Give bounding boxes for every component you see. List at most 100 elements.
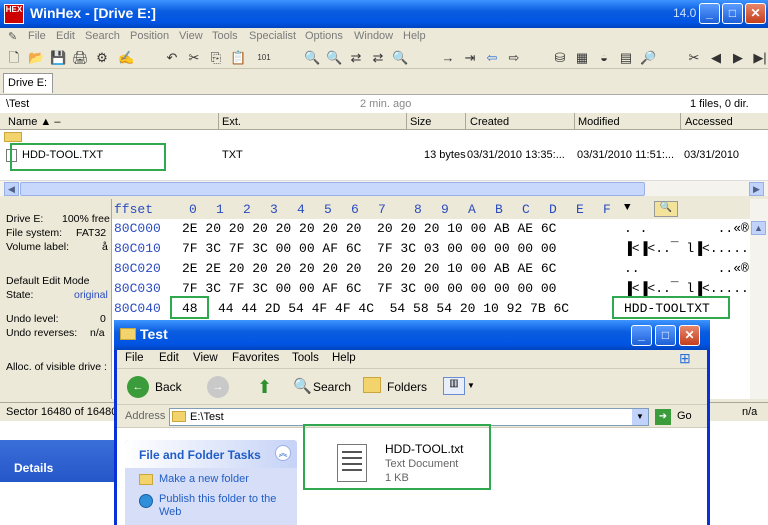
explorer-menu-file[interactable]: File — [125, 352, 144, 364]
binary-icon[interactable]: 101 — [256, 50, 272, 66]
back-button[interactable]: Back — [155, 380, 182, 394]
find-hex-icon[interactable]: 🔍 — [326, 50, 342, 66]
forward-arrow-icon[interactable]: → — [207, 376, 229, 398]
hex-bytes-0[interactable]: 2E 20 20 20 20 20 20 20 20 20 20 10 00 A… — [182, 221, 556, 236]
menu-options[interactable]: Options — [305, 30, 343, 42]
col-modified[interactable]: Modified — [578, 116, 620, 128]
hex-bytes-2[interactable]: 2E 2E 20 20 20 20 20 20 20 20 20 10 00 A… — [182, 261, 556, 276]
menu-bar: ✎ File Edit Search Position View Tools S… — [0, 28, 768, 47]
print-icon[interactable]: 🖨 — [72, 50, 89, 66]
dropdown-icon[interactable]: ▼ — [624, 202, 631, 214]
search-glass-icon[interactable]: 🔍 — [293, 377, 312, 395]
folders-button[interactable]: Folders — [387, 380, 427, 394]
explorer-menu-edit[interactable]: Edit — [159, 352, 179, 364]
menu-search[interactable]: Search — [85, 30, 120, 42]
hex-ascii-0[interactable]: . . ..«® — [624, 221, 749, 236]
disk-edit-icon[interactable]: ⛁ — [552, 50, 568, 66]
edit-icon[interactable]: ✍ — [118, 50, 134, 66]
file-list-scrollbar[interactable]: ◀ ▶ — [0, 180, 768, 196]
replace-hex-icon[interactable]: ⇄ — [370, 50, 386, 66]
open-icon[interactable]: 📂 — [28, 50, 44, 66]
explorer-menu-tools[interactable]: Tools — [292, 352, 319, 364]
prev-icon[interactable]: ◀ — [708, 50, 724, 66]
explorer-menu-help[interactable]: Help — [332, 352, 356, 364]
col-ext[interactable]: Ext. — [222, 116, 241, 128]
explorer-maximize-button[interactable]: □ — [655, 325, 676, 346]
tab-drive-e[interactable]: Drive E: — [3, 73, 53, 93]
hex-offset-3: 80C030 — [114, 281, 161, 296]
explorer-menu-view[interactable]: View — [193, 352, 218, 364]
explorer-close-button[interactable]: ✕ — [679, 325, 700, 346]
cut-icon[interactable]: ✂ — [186, 50, 202, 66]
menu-position[interactable]: Position — [130, 30, 169, 42]
hex-bytes-1[interactable]: 7F 3C 7F 3C 00 00 AF 6C 7F 3C 03 00 00 0… — [182, 241, 556, 256]
search-button[interactable]: Search — [313, 380, 351, 394]
menu-view[interactable]: View — [179, 30, 203, 42]
scroll-right-icon[interactable]: ▶ — [749, 182, 764, 196]
find-icon[interactable]: 🔍 — [304, 50, 320, 66]
ram-icon[interactable]: ▦ — [574, 50, 590, 66]
col-accessed[interactable]: Accessed — [685, 116, 733, 128]
details-pane[interactable]: Details — [0, 440, 120, 482]
menu-help[interactable]: Help — [403, 30, 426, 42]
hex-offset-4: 80C040 — [114, 301, 161, 316]
views-icon[interactable]: ▥ — [443, 377, 465, 395]
search-icon[interactable]: 🔎 — [640, 50, 656, 66]
current-path: \Test — [6, 98, 30, 110]
hex-bytes-4[interactable]: 44 44 2D 54 4F 4F 4C 54 58 54 20 10 92 7… — [218, 301, 569, 316]
disk-icon[interactable]: ◒ — [596, 50, 612, 66]
menu-edit[interactable]: Edit — [56, 30, 75, 42]
back-arrow-icon[interactable]: ← — [127, 376, 149, 398]
task-publish-web[interactable]: Publish this folder to the Web — [159, 493, 279, 519]
hex-ascii-2[interactable]: .. ..«® — [624, 261, 749, 276]
menu-tools[interactable]: Tools — [212, 30, 238, 42]
new-icon[interactable]: 🗋 — [6, 50, 22, 66]
col-name[interactable]: Name ▲ – — [8, 116, 60, 128]
collapse-icon[interactable]: ︽ — [275, 445, 291, 461]
go-arrow-icon[interactable]: ➜ — [655, 409, 671, 425]
save-icon[interactable]: 💾 — [50, 50, 66, 66]
end-icon[interactable]: ▶| — [752, 50, 768, 66]
scroll-up-icon[interactable]: ▲ — [751, 221, 766, 235]
parent-folder-icon[interactable] — [4, 132, 22, 142]
folders-icon[interactable] — [363, 377, 381, 393]
maximize-button[interactable]: □ — [722, 3, 743, 24]
back-icon[interactable]: ⇦ — [484, 50, 500, 66]
properties-icon[interactable]: ⚙ — [94, 50, 110, 66]
path-bar: \Test 2 min. ago 1 files, 0 dir. — [0, 94, 768, 112]
next-icon[interactable]: ▶ — [730, 50, 746, 66]
search-icon[interactable]: 🔍 — [654, 201, 678, 217]
go-button[interactable]: Go — [677, 410, 692, 422]
calculator-icon[interactable]: ▤ — [618, 50, 634, 66]
tasks-header[interactable]: File and Folder Tasks ︽ — [125, 440, 297, 468]
col-created[interactable]: Created — [470, 116, 509, 128]
scroll-thumb[interactable] — [20, 182, 645, 196]
explorer-menu-favorites[interactable]: Favorites — [232, 352, 279, 364]
copy-icon[interactable]: ⎘ — [208, 50, 224, 66]
paste-icon[interactable]: 📋 — [230, 50, 246, 66]
col-size[interactable]: Size — [410, 116, 431, 128]
task-make-folder[interactable]: Make a new folder — [159, 473, 249, 485]
hex-ascii-1[interactable]: ▐<▐<..¯ l▐<...... — [624, 241, 757, 256]
close-button[interactable]: ✕ — [745, 3, 766, 24]
hex-scrollbar[interactable]: ▲ — [750, 199, 768, 399]
menu-specialist[interactable]: Specialist — [249, 30, 296, 42]
find-next-icon[interactable]: 🔍 — [392, 50, 408, 66]
undo-icon[interactable]: ↶ — [164, 50, 180, 66]
goto-offset-icon[interactable]: ⇥ — [462, 50, 478, 66]
address-dropdown-icon[interactable]: ▼ — [632, 409, 648, 425]
explorer-minimize-button[interactable]: _ — [631, 325, 652, 346]
goto-icon[interactable]: → — [440, 50, 456, 66]
menu-window[interactable]: Window — [354, 30, 393, 42]
forward-icon[interactable]: ⇨ — [506, 50, 522, 66]
hex-ascii-3[interactable]: ▐<▐<..¯ l▐<...... — [624, 281, 757, 296]
tools-icon[interactable]: ✂ — [686, 50, 702, 66]
up-folder-icon[interactable]: ⬆ — [257, 377, 272, 398]
replace-icon[interactable]: ⇄ — [348, 50, 364, 66]
hex-col-7: 7 — [378, 202, 386, 217]
hex-bytes-3[interactable]: 7F 3C 7F 3C 00 00 AF 6C 7F 3C 00 00 00 0… — [182, 281, 556, 296]
minimize-button[interactable]: _ — [699, 3, 720, 24]
scroll-left-icon[interactable]: ◀ — [4, 182, 19, 196]
views-dropdown-icon[interactable]: ▼ — [467, 381, 475, 390]
menu-file[interactable]: File — [28, 30, 46, 42]
